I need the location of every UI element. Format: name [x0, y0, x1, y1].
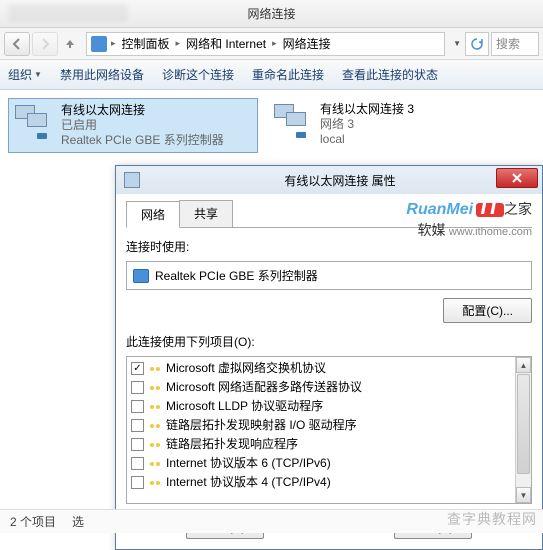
checkbox[interactable]: ✓ [131, 362, 144, 375]
selection-label: 选 [72, 513, 84, 530]
diagnose-button[interactable]: 诊断这个连接 [162, 66, 234, 83]
connection-device: local [320, 132, 414, 147]
scroll-up-button[interactable]: ▲ [516, 357, 531, 373]
tabs: 网络 共享 [126, 200, 532, 228]
protocol-icon [148, 459, 162, 469]
connection-status: 网络 3 [320, 117, 414, 132]
caret-down-icon: ▼ [34, 70, 42, 79]
checkbox[interactable] [131, 400, 144, 413]
rename-button[interactable]: 重命名此连接 [252, 66, 324, 83]
scroll-thumb[interactable] [517, 374, 530, 474]
protocol-icon [148, 364, 162, 374]
checkbox[interactable] [131, 419, 144, 432]
location-icon [91, 36, 107, 52]
protocol-item[interactable]: Internet 协议版本 6 (TCP/IPv6) [129, 454, 529, 473]
arrow-up-icon [64, 38, 76, 50]
arrow-right-icon [39, 38, 51, 50]
properties-dialog: 有线以太网连接 属性 RuanMei IT之家 软媒 www.ithome.co… [115, 165, 543, 550]
chevron-right-icon: ▸ [272, 38, 277, 49]
checkbox[interactable] [131, 457, 144, 470]
dialog-body: 网络 共享 连接时使用: Realtek PCIe GBE 系列控制器 配置(C… [116, 194, 542, 549]
connection-name: 有线以太网连接 [61, 103, 224, 118]
configure-button[interactable]: 配置(C)... [443, 298, 532, 323]
protocol-label: Microsoft LLDP 协议驱动程序 [166, 398, 323, 415]
back-button[interactable] [4, 32, 30, 56]
protocol-label: 链路层拓扑发现响应程序 [166, 436, 298, 453]
breadcrumb[interactable]: ▸ 控制面板 ▸ 网络和 Internet ▸ 网络连接 [86, 32, 445, 56]
forward-button[interactable] [32, 32, 58, 56]
protocol-label: Internet 协议版本 6 (TCP/IPv6) [166, 455, 331, 472]
protocol-item[interactable]: Microsoft 网络适配器多路传送器协议 [129, 378, 529, 397]
dropdown-icon[interactable]: ▼ [453, 39, 461, 48]
protocol-label: Microsoft 网络适配器多路传送器协议 [166, 379, 362, 396]
connect-using-label: 连接时使用: [126, 238, 532, 255]
checkbox[interactable] [131, 438, 144, 451]
protocol-icon [148, 402, 162, 412]
connection-device: Realtek PCIe GBE 系列控制器 [61, 133, 224, 148]
scrollbar[interactable]: ▲ ▼ [515, 357, 531, 503]
organize-menu[interactable]: 组织 ▼ [8, 66, 42, 83]
close-button[interactable] [496, 168, 538, 188]
refresh-icon [470, 37, 484, 51]
protocol-item[interactable]: 链路层拓扑发现响应程序 [129, 435, 529, 454]
search-input[interactable]: 搜索 [491, 32, 539, 56]
connection-name: 有线以太网连接 3 [320, 102, 414, 117]
protocol-label: Internet 协议版本 4 (TCP/IPv4) [166, 474, 331, 491]
checkbox[interactable] [131, 476, 144, 489]
checkbox[interactable] [131, 381, 144, 394]
connections-list: 有线以太网连接 已启用 Realtek PCIe GBE 系列控制器 有线以太网… [0, 90, 543, 161]
title-bar: 网络连接 [0, 0, 543, 28]
network-adapter-icon [13, 103, 53, 139]
chevron-right-icon: ▸ [176, 38, 181, 49]
blurred-region [8, 4, 128, 22]
nic-icon [133, 269, 149, 283]
protocol-label: Microsoft 虚拟网络交换机协议 [166, 360, 326, 377]
chevron-right-icon: ▸ [111, 38, 116, 49]
window-title: 网络连接 [247, 5, 295, 22]
nav-bar: ▸ 控制面板 ▸ 网络和 Internet ▸ 网络连接 ▼ 搜索 [0, 28, 543, 60]
protocol-icon [148, 440, 162, 450]
connection-item[interactable]: 有线以太网连接 3 网络 3 local [268, 98, 518, 153]
crumb-network-connections[interactable]: 网络连接 [281, 35, 333, 52]
device-name: Realtek PCIe GBE 系列控制器 [155, 267, 318, 284]
protocol-item[interactable]: ✓ Microsoft 虚拟网络交换机协议 [129, 359, 529, 378]
crumb-network-internet[interactable]: 网络和 Internet [184, 35, 268, 52]
status-bar: 2 个项目 选 [0, 509, 543, 533]
connection-item[interactable]: 有线以太网连接 已启用 Realtek PCIe GBE 系列控制器 [8, 98, 258, 153]
items-label: 此连接使用下列项目(O): [126, 333, 532, 350]
tab-sharing[interactable]: 共享 [179, 200, 233, 227]
protocols-listbox[interactable]: ✓ Microsoft 虚拟网络交换机协议 Microsoft 网络适配器多路传送器… [126, 356, 532, 504]
dialog-title: 有线以太网连接 属性 [146, 172, 534, 189]
device-display: Realtek PCIe GBE 系列控制器 [126, 261, 532, 290]
dialog-icon [124, 172, 140, 188]
protocol-item[interactable]: Internet 协议版本 4 (TCP/IPv4) [129, 473, 529, 492]
item-count: 2 个项目 [10, 513, 56, 530]
protocol-item[interactable]: Microsoft LLDP 协议驱动程序 [129, 397, 529, 416]
protocol-icon [148, 478, 162, 488]
up-button[interactable] [60, 32, 80, 56]
connection-status: 已启用 [61, 118, 224, 133]
protocol-item[interactable]: 链路层拓扑发现映射器 I/O 驱动程序 [129, 416, 529, 435]
tab-network[interactable]: 网络 [126, 201, 180, 228]
scroll-down-button[interactable]: ▼ [516, 487, 531, 503]
search-placeholder: 搜索 [496, 35, 520, 52]
protocol-label: 链路层拓扑发现映射器 I/O 驱动程序 [166, 417, 357, 434]
view-status-button[interactable]: 查看此连接的状态 [342, 66, 438, 83]
disable-device-button[interactable]: 禁用此网络设备 [60, 66, 144, 83]
refresh-button[interactable] [465, 32, 489, 56]
crumb-control-panel[interactable]: 控制面板 [120, 35, 172, 52]
dialog-titlebar[interactable]: 有线以太网连接 属性 [116, 166, 542, 194]
protocol-icon [148, 421, 162, 431]
protocol-icon [148, 383, 162, 393]
arrow-left-icon [11, 38, 23, 50]
network-adapter-icon [272, 102, 312, 138]
close-icon [512, 173, 522, 183]
command-bar: 组织 ▼ 禁用此网络设备 诊断这个连接 重命名此连接 查看此连接的状态 [0, 60, 543, 90]
